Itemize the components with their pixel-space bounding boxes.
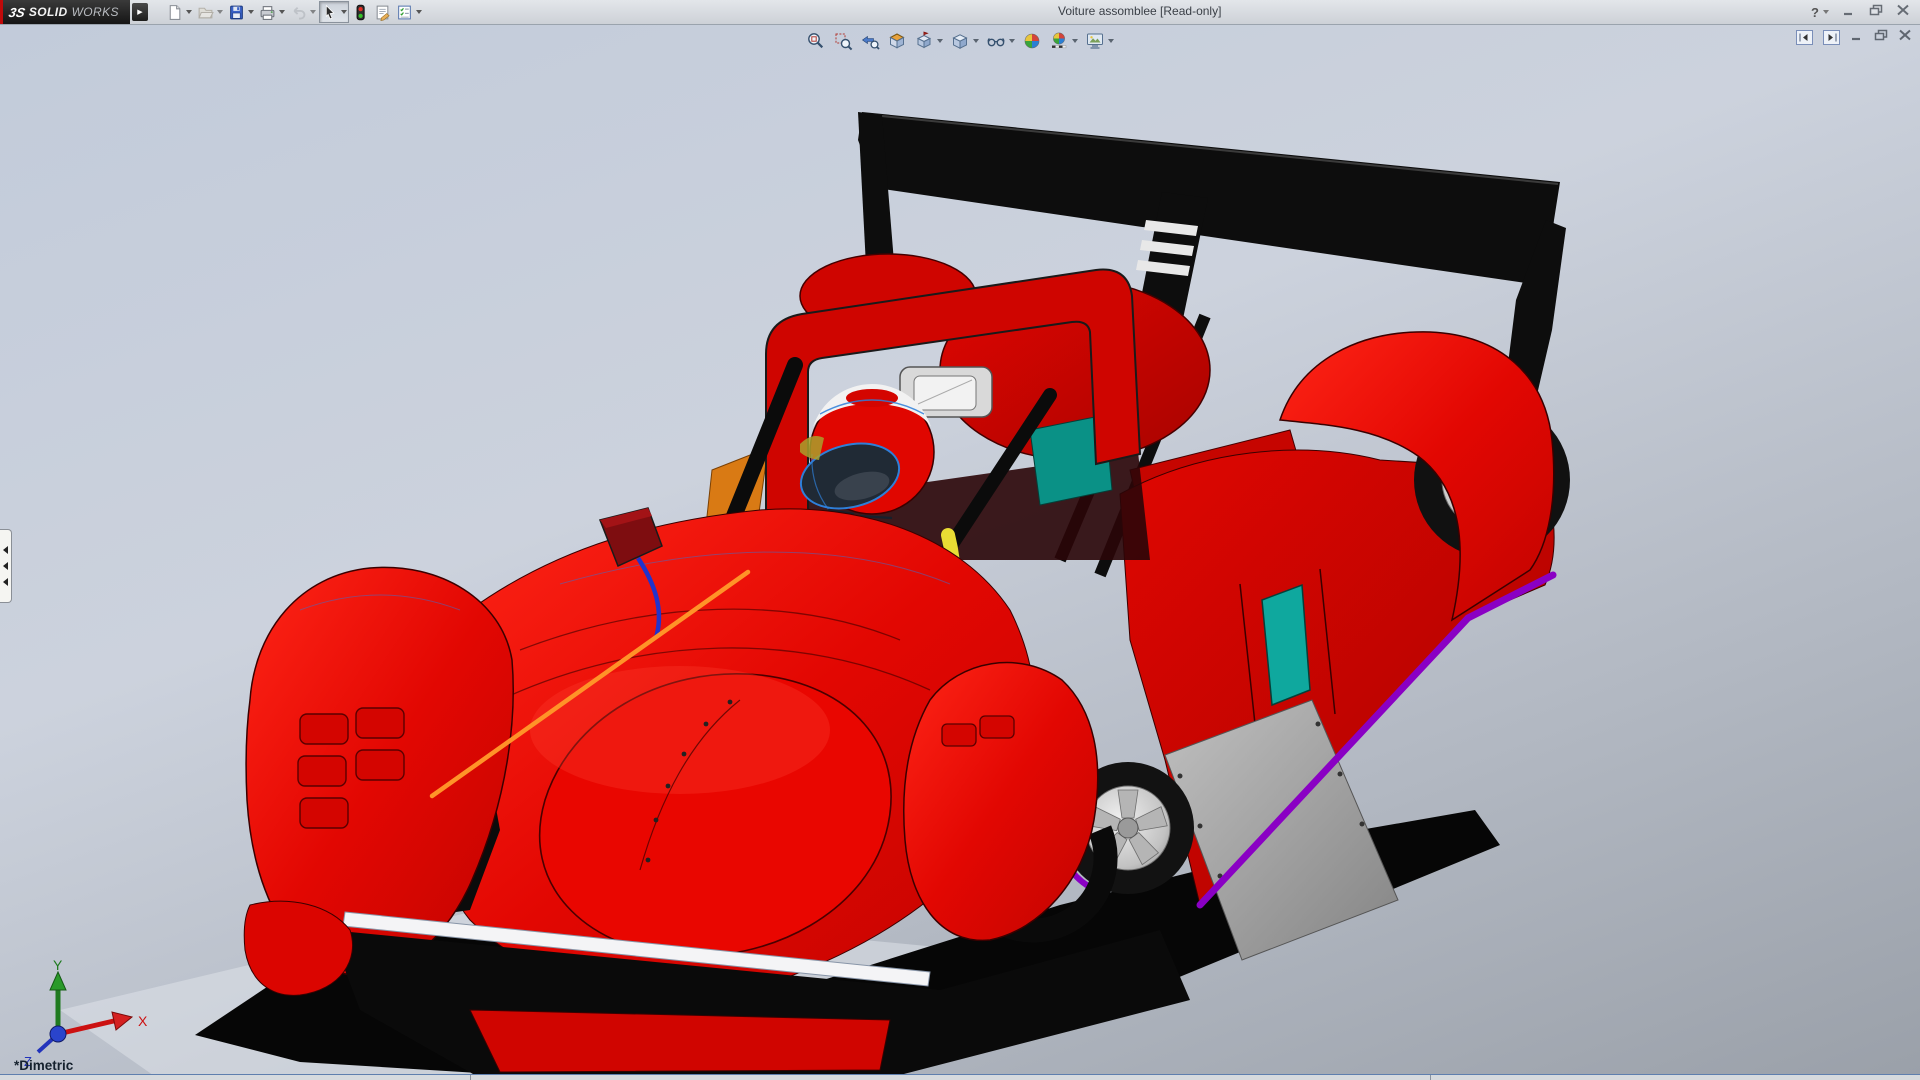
undo-button[interactable]	[288, 1, 318, 23]
status-divider	[470, 1075, 471, 1080]
chevron-down-icon[interactable]	[248, 10, 254, 14]
restore-button[interactable]	[1869, 3, 1883, 21]
new-document-icon	[166, 4, 183, 21]
title-bar: 3S SOLID WORKS ▶	[0, 0, 1920, 25]
save-floppy-icon	[228, 4, 245, 21]
solidworks-window: 3S SOLID WORKS ▶	[0, 0, 1920, 1080]
chevron-down-icon[interactable]	[310, 10, 316, 14]
close-icon	[1898, 6, 1908, 15]
orientation-triad: Y X Z	[6, 954, 176, 1072]
zoom-to-area-icon	[833, 31, 853, 51]
view-orientation-label: *Dimetric	[14, 1058, 73, 1073]
pane-collapse-left-button[interactable]	[1796, 30, 1813, 45]
display-style-button[interactable]	[949, 30, 980, 52]
brand-name-light: WORKS	[72, 5, 119, 19]
triad-y-label: Y	[53, 957, 63, 973]
arrow-right-icon	[1829, 34, 1834, 41]
solidworks-logo: 3S SOLID WORKS	[0, 0, 130, 24]
view-orientation-button[interactable]	[913, 30, 944, 52]
arrow-left-icon	[3, 546, 8, 554]
open-document-button[interactable]	[195, 1, 225, 23]
options-checklist-icon	[396, 4, 413, 21]
arrow-left-icon	[1803, 34, 1808, 41]
arrow-left-icon	[3, 562, 8, 570]
pane-collapse-right-button[interactable]	[1823, 30, 1840, 45]
file-properties-icon	[374, 4, 391, 21]
document-window-controls	[1796, 28, 1912, 46]
triad-x-label: X	[138, 1013, 148, 1029]
help-button[interactable]: ?	[1811, 5, 1829, 20]
edit-appearance-button[interactable]	[1021, 30, 1043, 52]
rebuild-traffic-light-icon	[352, 4, 369, 21]
toolbar-overflow-button[interactable]: ▶	[132, 3, 148, 21]
status-divider	[1430, 1075, 1431, 1080]
view-orientation-icon	[914, 31, 934, 51]
chevron-down-icon[interactable]	[937, 39, 943, 43]
file-properties-button[interactable]	[372, 1, 393, 23]
display-style-icon	[950, 31, 970, 51]
rebuild-button[interactable]	[350, 1, 371, 23]
zoom-to-fit-button[interactable]	[805, 30, 827, 52]
doc-restore-button[interactable]	[1874, 28, 1888, 46]
previous-view-button[interactable]	[859, 30, 881, 52]
close-button[interactable]	[1896, 3, 1910, 21]
graphics-area[interactable]	[0, 24, 1920, 1080]
zoom-to-fit-icon	[806, 31, 826, 51]
view-settings-button[interactable]	[1084, 30, 1115, 52]
chevron-down-icon[interactable]	[217, 10, 223, 14]
zoom-to-area-button[interactable]	[832, 30, 854, 52]
chevron-down-icon[interactable]	[186, 10, 192, 14]
undo-arrow-icon	[290, 4, 307, 21]
printer-icon	[259, 4, 276, 21]
apply-scene-button[interactable]	[1048, 30, 1079, 52]
chevron-down-icon[interactable]	[973, 39, 979, 43]
status-bar-edge	[0, 1074, 1920, 1080]
open-folder-icon	[197, 4, 214, 21]
window-controls: ?	[1811, 2, 1910, 22]
restore-icon	[1871, 9, 1879, 15]
doc-minimize-button[interactable]	[1850, 28, 1864, 46]
window-title: Voiture assomblee [Read-only]	[1058, 4, 1221, 18]
minimize-button[interactable]	[1842, 3, 1856, 21]
model-race-car[interactable]	[0, 24, 1920, 1080]
front-right-fender[interactable]	[904, 663, 1106, 941]
options-button[interactable]	[394, 1, 424, 23]
eyeglasses-icon	[986, 31, 1006, 51]
chevron-down-icon[interactable]	[1009, 39, 1015, 43]
save-button[interactable]	[226, 1, 256, 23]
select-button[interactable]	[319, 1, 349, 23]
restore-icon	[1876, 34, 1884, 40]
section-view-button[interactable]	[886, 30, 908, 52]
chevron-down-icon[interactable]	[416, 10, 422, 14]
previous-view-icon	[860, 31, 880, 51]
view-settings-monitor-icon	[1085, 31, 1105, 51]
brand-name-bold: SOLID	[29, 5, 68, 19]
feature-pane-collapsed-tab[interactable]	[0, 529, 12, 603]
chevron-down-icon[interactable]	[1823, 10, 1829, 14]
new-document-button[interactable]	[164, 1, 194, 23]
standard-toolbar	[164, 1, 424, 23]
chevron-down-icon[interactable]	[1108, 39, 1114, 43]
arrow-left-icon	[3, 578, 8, 586]
help-label: ?	[1811, 5, 1819, 20]
chevron-down-icon[interactable]	[1072, 39, 1078, 43]
close-icon	[1900, 31, 1910, 40]
section-view-icon	[887, 31, 907, 51]
apply-scene-icon	[1049, 31, 1069, 51]
chevron-down-icon[interactable]	[341, 10, 347, 14]
chevron-down-icon[interactable]	[279, 10, 285, 14]
appearance-ball-icon	[1022, 31, 1042, 51]
doc-close-button[interactable]	[1898, 28, 1912, 46]
hide-show-items-button[interactable]	[985, 30, 1016, 52]
print-button[interactable]	[257, 1, 287, 23]
solidworks-logo-icon: 3S	[7, 5, 26, 20]
select-cursor-icon	[321, 4, 338, 21]
graphics-viewport[interactable]: Y X Z *Dimetric	[0, 24, 1920, 1080]
heads-up-view-toolbar	[805, 30, 1115, 52]
